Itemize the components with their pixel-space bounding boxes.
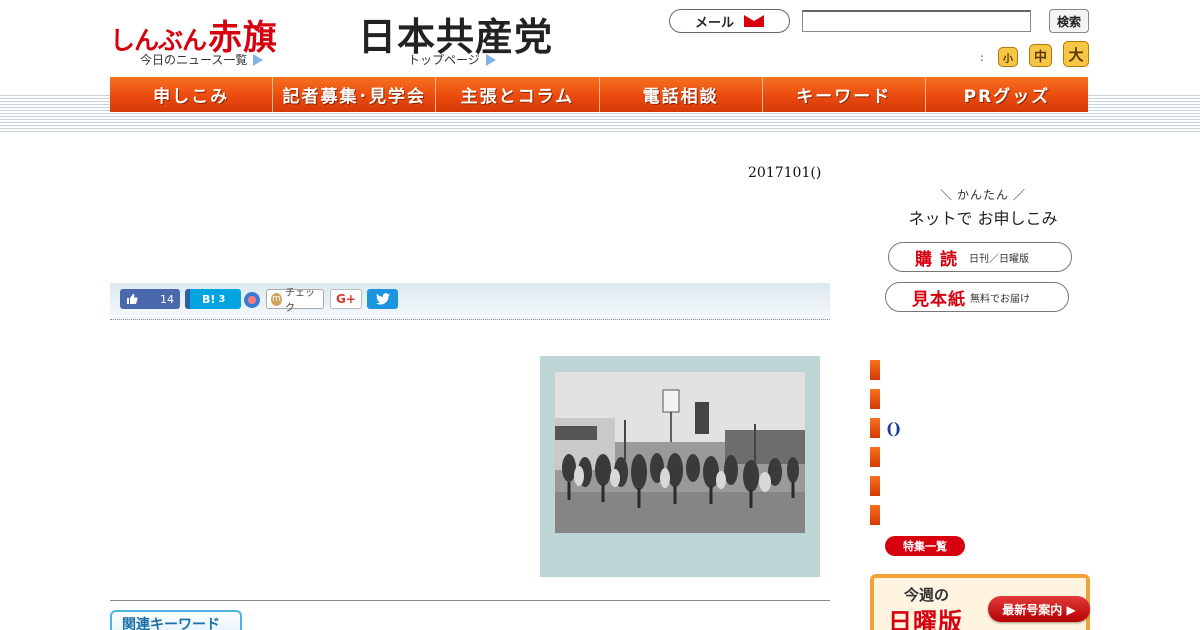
nav-item-apply[interactable]: 申しこみ [110, 77, 274, 112]
sidebar-bullet-3 [870, 418, 880, 438]
top-page-label: トップページ [408, 53, 480, 67]
envelope-icon [744, 15, 764, 27]
subscribe-note: 日刊／日曜版 [969, 253, 1029, 265]
mixi-check-button[interactable]: m チェック [266, 288, 324, 314]
sidebar-bullet-2 [870, 389, 880, 409]
sunday-edition-box: 今週の 日曜版 最新号案内 ▶ [870, 574, 1090, 630]
todays-news-link[interactable]: 今日のニュース一覧 [140, 51, 264, 68]
search-input[interactable] [802, 10, 1031, 32]
sidebar-bullet-6 [870, 505, 880, 525]
triangle-right-icon [253, 53, 264, 66]
sample-paper-note: 無料でお届け [970, 293, 1030, 305]
facebook-like-button[interactable]: 14 [120, 289, 180, 309]
article-photo-frame [540, 356, 820, 577]
nav-item-phone-consult[interactable]: 電話相談 [599, 77, 763, 112]
mail-label: メール [694, 15, 734, 31]
nav-item-keywords[interactable]: キーワード [762, 77, 926, 112]
hatena-bookmark-button[interactable]: B! 3 [185, 289, 241, 309]
nav-item-pr-goods[interactable]: PRグッズ [925, 77, 1089, 112]
thumbs-up-icon [127, 294, 138, 304]
subscribe-label: 購読 [915, 249, 965, 270]
mixi-icon[interactable] [244, 292, 260, 308]
facebook-like-count: 14 [160, 292, 174, 306]
todays-news-label: 今日のニュース一覧 [140, 53, 248, 67]
search-button[interactable]: 検索 [1049, 9, 1089, 33]
sunday-edition-label: 日曜版 [888, 608, 963, 630]
font-size-small-button[interactable]: 小 [998, 47, 1018, 67]
net-apply-big-text: ネットで お申しこみ [908, 209, 1058, 228]
sample-paper-button[interactable]: 見本紙 無料でお届け [885, 282, 1069, 312]
net-apply-heading: かんたん ネットで お申しこみ [903, 186, 1063, 229]
twitter-button[interactable] [367, 289, 398, 309]
google-plus-button[interactable]: G+ [330, 289, 362, 309]
font-size-large-button[interactable]: 大 [1063, 41, 1089, 67]
twitter-bird-icon [375, 293, 390, 305]
feature-list-button[interactable]: 特集一覧 [885, 536, 965, 556]
subscribe-button[interactable]: 購読 日刊／日曜版 [888, 242, 1072, 272]
mail-button[interactable]: メール [669, 9, 790, 33]
top-page-link[interactable]: トップページ [408, 51, 496, 68]
hatena-label: B! [202, 292, 216, 306]
content-divider [110, 600, 830, 601]
font-size-medium-button[interactable]: 中 [1029, 44, 1052, 67]
hatena-count: 3 [218, 293, 226, 305]
net-apply-small-text: かんたん [903, 186, 1063, 203]
sidebar-bullet-4 [870, 447, 880, 467]
sample-paper-label: 見本紙 [912, 289, 966, 310]
protest-photo-image [555, 372, 805, 533]
mixi-m-icon: m [271, 292, 283, 306]
triangle-right-icon [485, 53, 496, 66]
main-nav: 申しこみ 記者募集･見学会 主張とコラム 電話相談 キーワード PRグッズ [110, 77, 1089, 112]
share-bar: 14 B! 3 m チェック G+ [110, 283, 830, 320]
font-size-label: : [980, 51, 984, 64]
sidebar-bullet-1 [870, 360, 880, 380]
mixi-check-label: チェック [285, 288, 316, 314]
sidebar-feature-link[interactable]: () [886, 419, 901, 438]
article-date: 2017101() [748, 165, 822, 181]
article-photo[interactable] [555, 372, 805, 533]
latest-issue-button[interactable]: 最新号案内 ▶ [988, 596, 1090, 622]
nav-item-editorials-columns[interactable]: 主張とコラム [436, 77, 600, 112]
nav-item-reporter-recruit[interactable]: 記者募集･見学会 [273, 77, 437, 112]
related-keywords-tab[interactable]: 関連キーワード [110, 610, 242, 630]
sidebar-bullet-5 [870, 476, 880, 496]
